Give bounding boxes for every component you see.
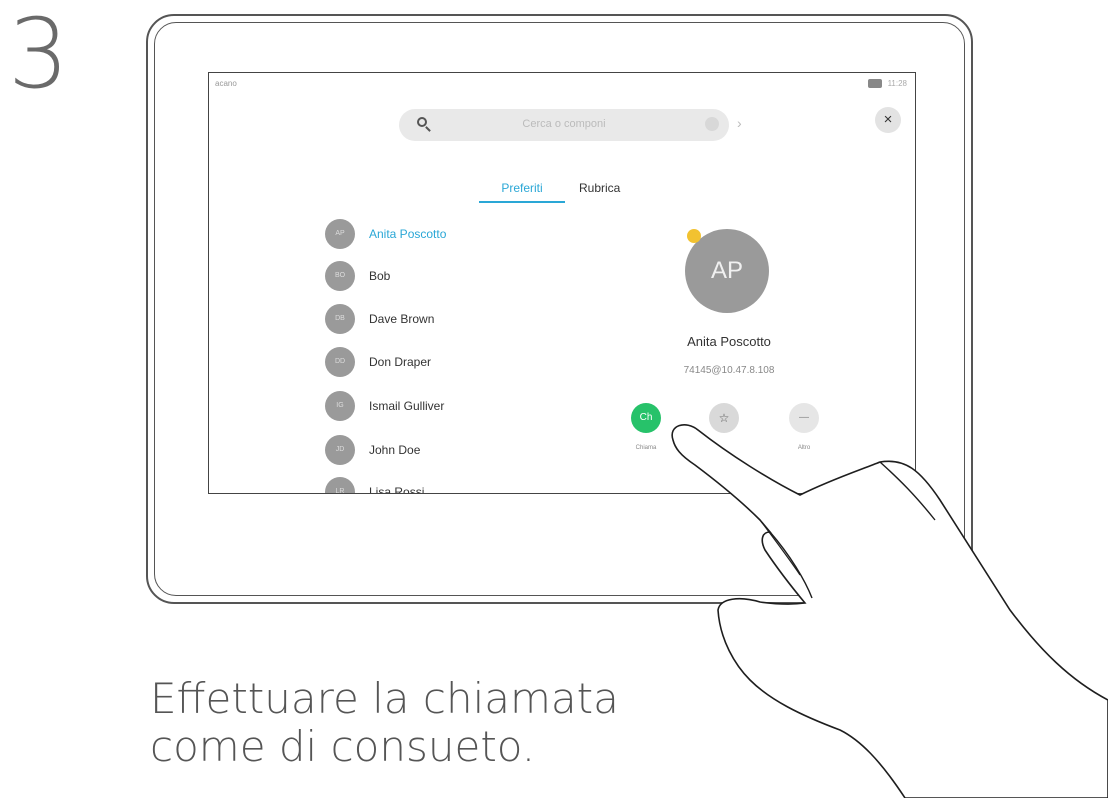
caption-line-1: Effettuare la chiamata <box>150 674 619 723</box>
caption-line-2: come di consueto. <box>150 722 536 771</box>
caption: Effettuare la chiamata come di consueto. <box>150 675 619 771</box>
